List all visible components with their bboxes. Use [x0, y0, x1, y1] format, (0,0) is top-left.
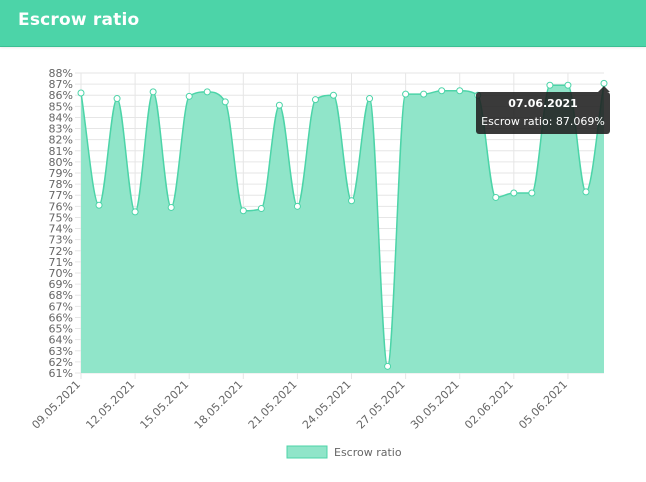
x-tick-label: 18.05.2021 — [192, 378, 246, 432]
data-point[interactable] — [546, 81, 554, 89]
data-point[interactable] — [510, 189, 518, 197]
data-point[interactable] — [311, 96, 319, 104]
data-point[interactable] — [95, 201, 103, 209]
x-tick-label: 02.06.2021 — [462, 378, 516, 432]
data-point[interactable] — [366, 95, 374, 103]
data-point[interactable] — [275, 101, 283, 109]
data-point[interactable] — [438, 87, 446, 95]
data-point[interactable] — [167, 203, 175, 211]
data-point[interactable] — [77, 89, 85, 97]
x-tick-label: 15.05.2021 — [138, 378, 192, 432]
x-tick-label: 27.05.2021 — [354, 378, 408, 432]
data-point[interactable] — [239, 207, 247, 215]
x-tick-label: 05.06.2021 — [516, 378, 570, 432]
data-point[interactable] — [329, 91, 337, 99]
data-point[interactable] — [185, 92, 193, 100]
data-point[interactable] — [221, 98, 229, 106]
data-point[interactable] — [149, 88, 157, 96]
data-point[interactable] — [492, 193, 500, 201]
tooltip-body: Escrow ratio: 87.069% — [481, 115, 605, 128]
x-tick-label: 12.05.2021 — [83, 378, 137, 432]
data-point[interactable] — [564, 81, 572, 89]
data-point[interactable] — [528, 189, 536, 197]
data-point[interactable] — [456, 87, 464, 95]
x-tick-label: 30.05.2021 — [408, 378, 462, 432]
x-tick-label: 09.05.2021 — [29, 378, 83, 432]
data-point[interactable] — [402, 90, 410, 98]
data-point[interactable] — [113, 95, 121, 103]
data-point[interactable] — [582, 188, 590, 196]
data-point[interactable] — [384, 362, 392, 370]
data-point[interactable] — [203, 88, 211, 96]
data-point[interactable] — [131, 208, 139, 216]
legend-swatch[interactable] — [286, 445, 328, 459]
y-axis-ticks: 88%87%86%85%84%83%82%81%80%79%78%77%76%7… — [49, 67, 73, 380]
legend-label[interactable]: Escrow ratio — [334, 446, 402, 459]
chart-card: Escrow ratio 88% 87% 86% 85% 84% 83% 82% 81% 80%… — [0, 0, 646, 482]
tooltip-title: 07.06.2021 — [508, 97, 578, 110]
data-point[interactable] — [257, 205, 265, 213]
tooltip: 07.06.2021 Escrow ratio: 87.069% — [476, 86, 610, 134]
data-point[interactable] — [600, 79, 608, 87]
data-point[interactable] — [348, 197, 356, 205]
data-point[interactable] — [293, 202, 301, 210]
y-tick-label: 61% — [49, 367, 73, 380]
escrow-ratio-chart[interactable]: 88%87%86%85%84%83%82%81%80%79%78%77%76%7… — [0, 0, 646, 482]
x-tick-label: 24.05.2021 — [300, 378, 354, 432]
chart-legend[interactable]: Escrow ratio — [286, 445, 402, 459]
x-axis-ticks: 09.05.2021 12.05.2021 15.05.2021 18.05.2021… — [29, 378, 570, 432]
x-tick-label: 21.05.2021 — [246, 378, 300, 432]
data-point[interactable] — [420, 90, 428, 98]
tooltip-caret — [598, 86, 610, 92]
